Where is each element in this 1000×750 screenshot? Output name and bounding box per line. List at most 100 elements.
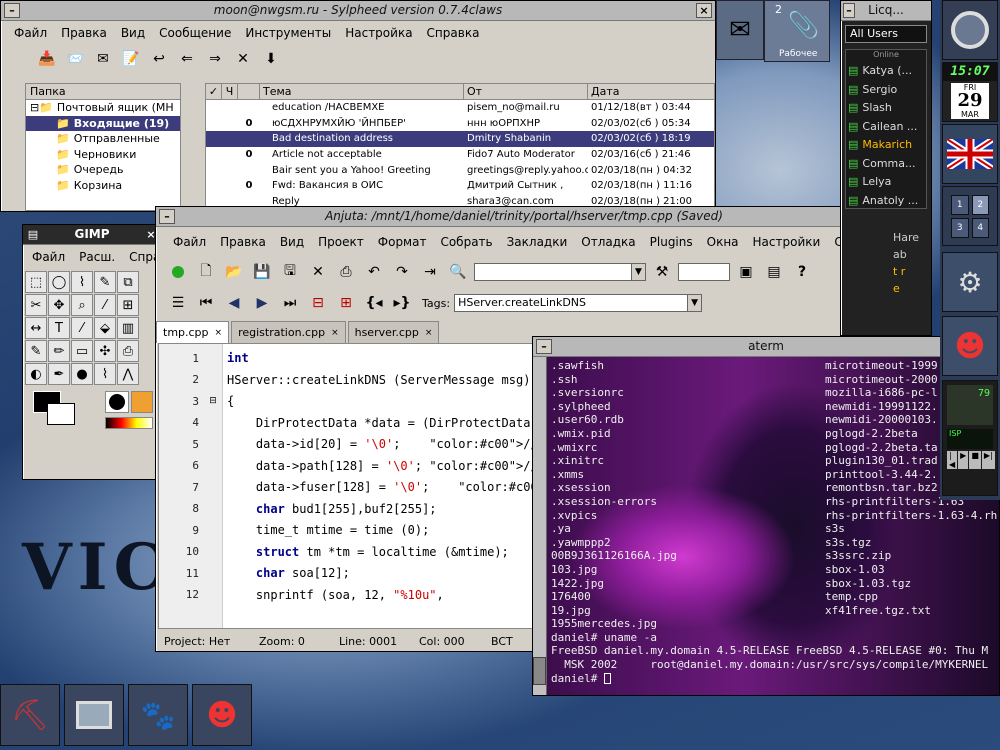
crop-icon[interactable]: ⁄ (94, 294, 116, 316)
row-check[interactable] (206, 100, 222, 116)
blend-icon[interactable]: ▥ (117, 317, 139, 339)
brush-preview[interactable] (105, 391, 129, 413)
aterm-titlebar[interactable]: aterm (533, 337, 999, 357)
ink-icon[interactable]: ✒ (48, 363, 70, 385)
menu-item[interactable]: Файл (25, 250, 72, 264)
contact-item[interactable]: ▤ Katya (... (846, 62, 926, 81)
goto-icon[interactable]: ⇥ (418, 261, 442, 283)
menu-item[interactable]: Вид (114, 26, 152, 40)
pencil-icon[interactable]: ✎ (25, 340, 47, 362)
contact-item[interactable]: ▤ Slash (846, 99, 926, 118)
help-icon[interactable]: ? (790, 261, 814, 283)
folder-item[interactable]: 📁 Очередь (26, 162, 180, 178)
message-row[interactable]: Bair sent you a Yahoo! Greeting greetings… (206, 163, 714, 179)
first-icon[interactable]: ⏮ (194, 292, 218, 314)
folder-item[interactable]: 📁 Входящие (19) (26, 115, 180, 131)
undo-icon[interactable]: ↶ (362, 261, 386, 283)
transform-icon[interactable]: ⊞ (117, 294, 139, 316)
row-check[interactable] (206, 116, 222, 132)
gradient-preview[interactable] (105, 417, 153, 429)
gimp-menu-button[interactable]: ▤ (25, 227, 41, 242)
print-icon[interactable]: ⎙ (334, 261, 358, 283)
paintbrush-icon[interactable]: ✏ (48, 340, 70, 362)
row-check[interactable] (206, 163, 222, 179)
brace-prev-icon[interactable]: {◂ (362, 292, 386, 314)
background-color[interactable] (47, 403, 75, 425)
close-file-icon[interactable]: ✕ (306, 261, 330, 283)
line-input[interactable] (678, 263, 730, 281)
menu-item[interactable]: Справка (420, 26, 487, 40)
aterm-minimize-button[interactable]: – (536, 339, 552, 354)
row-check[interactable] (206, 131, 222, 147)
tab-close-icon[interactable]: × (425, 328, 433, 338)
contact-item[interactable]: ▤ Anatoly ... (846, 192, 926, 211)
rect-select-icon[interactable]: ⬚ (25, 271, 47, 293)
licq-minimize-button[interactable]: – (843, 3, 855, 18)
pager-desktop[interactable]: 4 (971, 218, 989, 238)
redo-icon[interactable]: ↷ (390, 261, 414, 283)
message-row[interactable]: education /НАСВЕМХЕ pisem_no@mail.ru 01/12… (206, 100, 714, 116)
wrench-icon[interactable]: ⚒ (650, 261, 674, 283)
menu-item[interactable]: Сообщение (152, 26, 238, 40)
col-check[interactable]: ✓ (206, 84, 222, 99)
dock-logo-icon[interactable] (942, 0, 998, 60)
next-icon[interactable]: ▶ (250, 292, 274, 314)
tab-close-icon[interactable]: × (331, 328, 339, 338)
forward-icon[interactable]: ⇒ (203, 48, 227, 70)
contact-item[interactable]: ▤ Lelya (846, 173, 926, 192)
zoom-icon[interactable]: ⌕ (71, 294, 93, 316)
menu-item[interactable]: Собрать (433, 235, 499, 249)
message-row[interactable]: 0 юСДХНРУМХЙЮ 'ЙНПБЕР' ннн юОРПХНР 02/03/02… (206, 116, 714, 132)
monitor-app-icon[interactable] (64, 684, 124, 746)
flip-icon[interactable]: ↔ (25, 317, 47, 339)
folder-item[interactable]: ⊟📁 Почтовый ящик (МН (26, 100, 180, 116)
airbrush-icon[interactable]: ✣ (94, 340, 116, 362)
menu-item[interactable]: Инструменты (238, 26, 338, 40)
save-icon[interactable]: 💾 (250, 261, 274, 283)
row-check[interactable] (206, 178, 222, 194)
delete-icon[interactable]: ✕ (231, 48, 255, 70)
col-from[interactable]: От (464, 84, 588, 99)
menu-item[interactable]: Настройка (338, 26, 419, 40)
fold-marker[interactable]: ⊟ (199, 396, 227, 406)
workspace-icon[interactable]: 2 📎 Рабочее (764, 0, 830, 62)
anjuta-minimize-button[interactable]: – (159, 209, 175, 224)
compile-icon[interactable]: ▣ (734, 261, 758, 283)
row-check[interactable] (206, 147, 222, 163)
last-icon[interactable]: ⏭ (278, 292, 302, 314)
menu-item[interactable]: Файл (7, 26, 54, 40)
col-date[interactable]: Дата (588, 84, 714, 99)
folder-item[interactable]: 📁 Отправленные (26, 131, 180, 147)
col-clip[interactable] (238, 84, 260, 99)
menu-item[interactable]: Plugins (643, 235, 700, 249)
menu-item[interactable]: Формат (371, 235, 434, 249)
messages-icon[interactable]: ☰ (166, 292, 190, 314)
menu-item[interactable]: Файл (166, 235, 213, 249)
open-file-icon[interactable]: 📂 (222, 261, 246, 283)
move-icon[interactable]: ✥ (48, 294, 70, 316)
gimp-app-icon[interactable]: 🐾 (128, 684, 188, 746)
eraser-icon[interactable]: ▭ (71, 340, 93, 362)
pager-desktop[interactable]: 1 (951, 195, 969, 215)
minimize-button[interactable]: – (4, 3, 20, 18)
editor-tab[interactable]: hserver.cpp × (347, 321, 440, 343)
measure-icon[interactable]: ⋀ (117, 363, 139, 385)
contact-item[interactable]: ▤ Comma... (846, 155, 926, 174)
send-icon[interactable]: ✉ (91, 48, 115, 70)
contact-item[interactable]: ▤ Makarich (846, 136, 926, 155)
close-button[interactable]: × (696, 3, 712, 18)
tags-combo[interactable]: HServer.createLinkDNS ▼ (454, 294, 703, 312)
trowel-app-icon[interactable]: ⛏ (0, 684, 60, 746)
keyboard-layout-flag-icon[interactable] (942, 124, 998, 184)
menu-item[interactable]: Правка (54, 26, 114, 40)
window-icon[interactable]: ▤ (762, 261, 786, 283)
sylpheed-titlebar[interactable]: moon@nwgsm.ru - Sylpheed version 0.7.4cl… (1, 1, 715, 21)
col-unread[interactable]: Ч (222, 84, 238, 99)
menu-item[interactable]: Правка (213, 235, 273, 249)
run-icon[interactable] (166, 261, 190, 283)
reply-all-icon[interactable]: ⇐ (175, 48, 199, 70)
smudge-icon[interactable]: ⌇ (94, 363, 116, 385)
pattern-preview[interactable] (131, 391, 153, 413)
contact-item[interactable]: ▤ Cailean ... (846, 118, 926, 137)
licq-group-select[interactable]: All Users (845, 25, 927, 43)
